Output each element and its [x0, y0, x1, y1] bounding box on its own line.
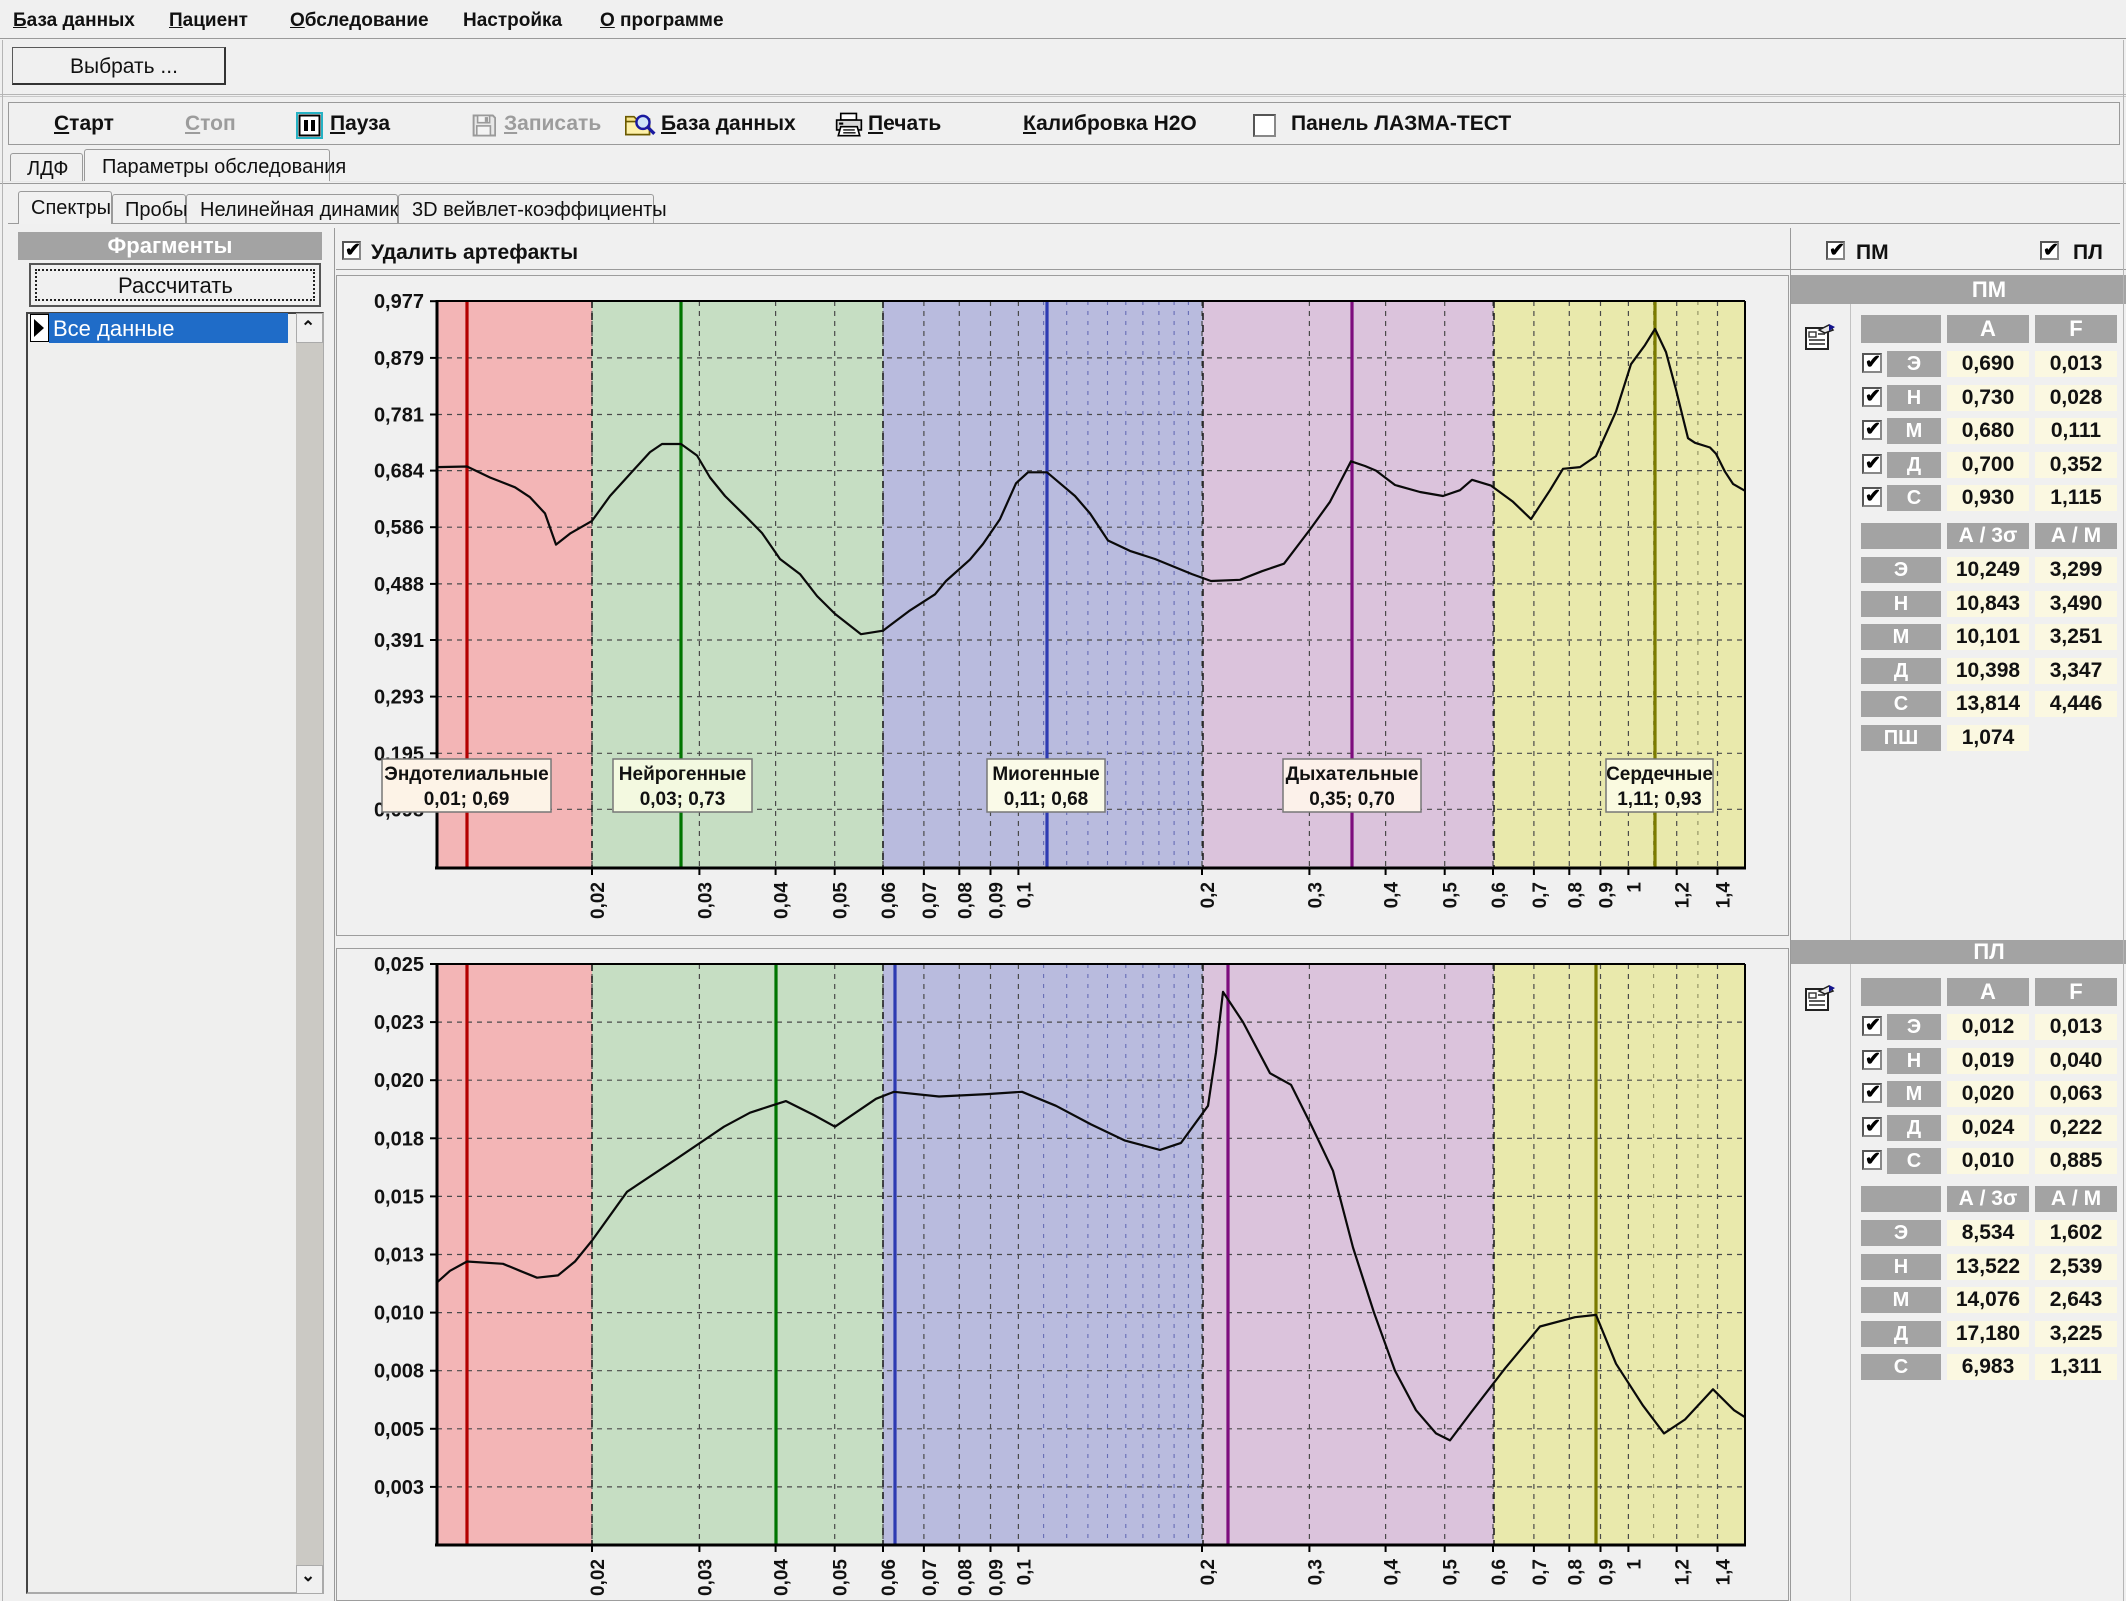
svg-text:1,11; 0,93: 1,11; 0,93 — [1617, 789, 1702, 810]
svg-text:0,7: 0,7 — [1530, 1559, 1551, 1585]
svg-text:0,781: 0,781 — [374, 405, 424, 427]
svg-text:0,03; 0,73: 0,03; 0,73 — [640, 789, 726, 810]
svg-text:0,3: 0,3 — [1305, 1559, 1326, 1585]
svg-text:0,025: 0,025 — [374, 954, 424, 976]
svg-text:0,2: 0,2 — [1198, 882, 1219, 908]
svg-text:1,2: 1,2 — [1673, 882, 1694, 908]
svg-text:0,03: 0,03 — [695, 1559, 716, 1596]
svg-text:0,879: 0,879 — [374, 348, 424, 370]
svg-text:0,04: 0,04 — [772, 882, 793, 919]
svg-text:0,07: 0,07 — [920, 882, 941, 919]
svg-text:0,586: 0,586 — [374, 517, 424, 539]
svg-text:0,09: 0,09 — [987, 1559, 1008, 1596]
svg-text:0,3: 0,3 — [1305, 882, 1326, 908]
svg-text:0,391: 0,391 — [374, 630, 424, 652]
svg-text:0,1: 0,1 — [1014, 882, 1035, 909]
svg-text:1,4: 1,4 — [1714, 882, 1735, 909]
svg-text:Миогенные: Миогенные — [992, 764, 1099, 785]
svg-text:0,9: 0,9 — [1597, 1559, 1618, 1585]
svg-text:0,11; 0,68: 0,11; 0,68 — [1004, 789, 1089, 810]
svg-text:0,488: 0,488 — [374, 574, 424, 596]
svg-text:0,005: 0,005 — [374, 1419, 424, 1441]
svg-text:0,02: 0,02 — [588, 882, 609, 919]
svg-text:Дыхательные: Дыхательные — [1286, 764, 1419, 785]
svg-text:0,08: 0,08 — [955, 1559, 976, 1596]
svg-text:0,4: 0,4 — [1382, 1559, 1403, 1586]
svg-text:0,6: 0,6 — [1489, 1559, 1510, 1585]
svg-text:0,08: 0,08 — [955, 882, 976, 919]
svg-text:0,02: 0,02 — [588, 1559, 609, 1596]
svg-text:Нейрогенные: Нейрогенные — [619, 764, 746, 785]
svg-text:0,020: 0,020 — [374, 1070, 424, 1092]
svg-text:Сердечные: Сердечные — [1606, 764, 1713, 785]
svg-text:1,2: 1,2 — [1673, 1559, 1694, 1585]
svg-text:0,6: 0,6 — [1489, 882, 1510, 908]
svg-text:0,010: 0,010 — [374, 1303, 424, 1325]
svg-text:1: 1 — [1624, 882, 1645, 893]
svg-text:0,013: 0,013 — [374, 1245, 424, 1267]
svg-text:0,05: 0,05 — [831, 1559, 852, 1596]
svg-text:0,2: 0,2 — [1198, 1559, 1219, 1585]
svg-text:0,09: 0,09 — [987, 882, 1008, 919]
svg-text:0,7: 0,7 — [1530, 882, 1551, 908]
svg-text:0,023: 0,023 — [374, 1012, 424, 1034]
svg-text:0,977: 0,977 — [374, 291, 424, 313]
svg-text:0,684: 0,684 — [374, 461, 425, 483]
svg-text:0,015: 0,015 — [374, 1186, 424, 1208]
svg-text:1: 1 — [1624, 1559, 1645, 1570]
svg-text:0,03: 0,03 — [695, 882, 716, 919]
svg-text:0,35; 0,70: 0,35; 0,70 — [1309, 789, 1395, 810]
svg-text:0,07: 0,07 — [920, 1559, 941, 1596]
svg-text:0,1: 0,1 — [1014, 1559, 1035, 1586]
svg-text:0,01; 0,69: 0,01; 0,69 — [424, 789, 510, 810]
svg-text:0,06: 0,06 — [879, 882, 900, 919]
svg-text:0,018: 0,018 — [374, 1128, 424, 1150]
svg-text:0,5: 0,5 — [1441, 882, 1462, 909]
svg-text:0,05: 0,05 — [831, 882, 852, 919]
svg-text:0,293: 0,293 — [374, 687, 424, 709]
svg-text:0,04: 0,04 — [772, 1559, 793, 1596]
svg-text:0,06: 0,06 — [879, 1559, 900, 1596]
svg-text:1,4: 1,4 — [1714, 1559, 1735, 1586]
svg-text:0,008: 0,008 — [374, 1361, 424, 1383]
svg-text:0,4: 0,4 — [1382, 882, 1403, 909]
svg-text:0,9: 0,9 — [1597, 882, 1618, 908]
svg-text:Эндотелиальные: Эндотелиальные — [384, 764, 548, 785]
svg-text:0,003: 0,003 — [374, 1477, 424, 1499]
svg-text:0,8: 0,8 — [1565, 882, 1586, 908]
svg-text:0,5: 0,5 — [1441, 1559, 1462, 1586]
svg-text:0,8: 0,8 — [1565, 1559, 1586, 1585]
